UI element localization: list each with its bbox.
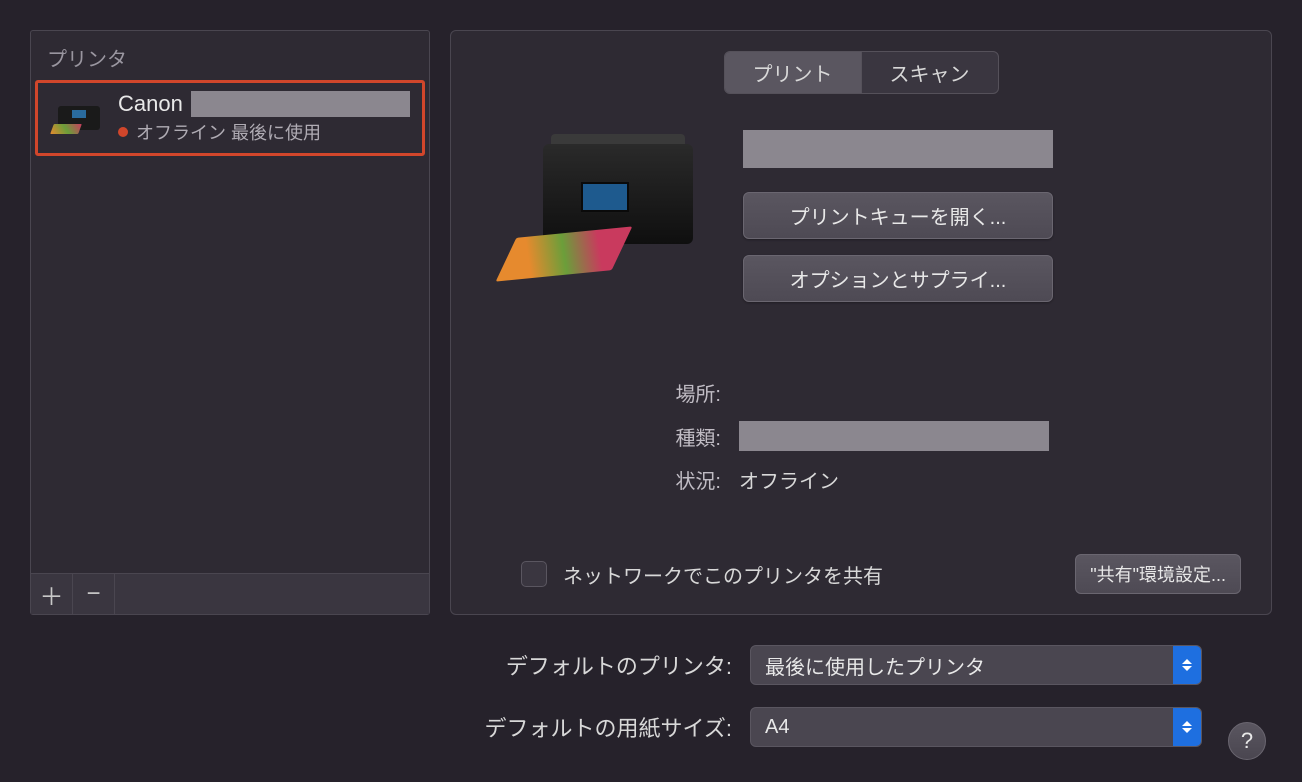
- default-paper-select[interactable]: A4: [750, 707, 1202, 747]
- options-supplies-button[interactable]: オプションとサプライ...: [743, 255, 1053, 302]
- printer-list: Canon オフライン 最後に使用: [31, 80, 429, 573]
- defaults-area: デフォルトのプリンタ: 最後に使用したプリンタ デフォルトの用紙サイズ: A4: [0, 615, 1302, 747]
- status-label: 状況:: [641, 465, 721, 494]
- tab-scan[interactable]: スキャン: [861, 52, 998, 93]
- printer-sidebar: プリンタ Canon オフライン 最後に使用 ＋: [30, 30, 430, 615]
- chevron-up-down-icon: [1173, 708, 1201, 746]
- location-label: 場所:: [641, 378, 721, 407]
- sidebar-footer: ＋ −: [31, 573, 429, 614]
- printer-detail-panel: プリント スキャン プリントキューを開く... オプションとサプライ... 場所…: [450, 30, 1272, 615]
- kind-label: 種類:: [641, 422, 721, 451]
- printer-status-text: オフライン 最後に使用: [136, 119, 321, 145]
- share-printer-checkbox[interactable]: [521, 561, 547, 587]
- tab-print[interactable]: プリント: [725, 52, 861, 93]
- chevron-up-down-icon: [1173, 646, 1201, 684]
- printer-name: Canon: [118, 91, 183, 117]
- printer-large-icon: [503, 124, 713, 294]
- printer-info: 場所: 種類: 状況: オフライン: [481, 378, 1241, 494]
- tab-group: プリント スキャン: [724, 51, 999, 94]
- default-printer-value: 最後に使用したプリンタ: [751, 651, 1173, 680]
- remove-printer-button[interactable]: −: [73, 574, 115, 614]
- sharing-preferences-button[interactable]: "共有"環境設定...: [1075, 554, 1241, 594]
- share-printer-label: ネットワークでこのプリンタを共有: [563, 560, 883, 589]
- add-printer-button[interactable]: ＋: [31, 574, 73, 614]
- printer-name-redacted-large: [743, 130, 1053, 168]
- default-paper-value: A4: [751, 716, 1173, 739]
- default-printer-select[interactable]: 最後に使用したプリンタ: [750, 645, 1202, 685]
- status-dot-icon: [118, 127, 128, 137]
- default-paper-label: デフォルトの用紙サイズ:: [30, 711, 750, 743]
- printer-list-item[interactable]: Canon オフライン 最後に使用: [35, 80, 425, 156]
- printer-name-redacted: [191, 91, 410, 117]
- status-value: オフライン: [739, 465, 839, 494]
- printer-icon: [50, 98, 106, 138]
- default-printer-label: デフォルトのプリンタ:: [30, 649, 750, 681]
- kind-value-redacted: [739, 421, 1049, 451]
- open-print-queue-button[interactable]: プリントキューを開く...: [743, 192, 1053, 239]
- help-button[interactable]: ?: [1228, 722, 1266, 760]
- sidebar-header: プリンタ: [31, 31, 429, 80]
